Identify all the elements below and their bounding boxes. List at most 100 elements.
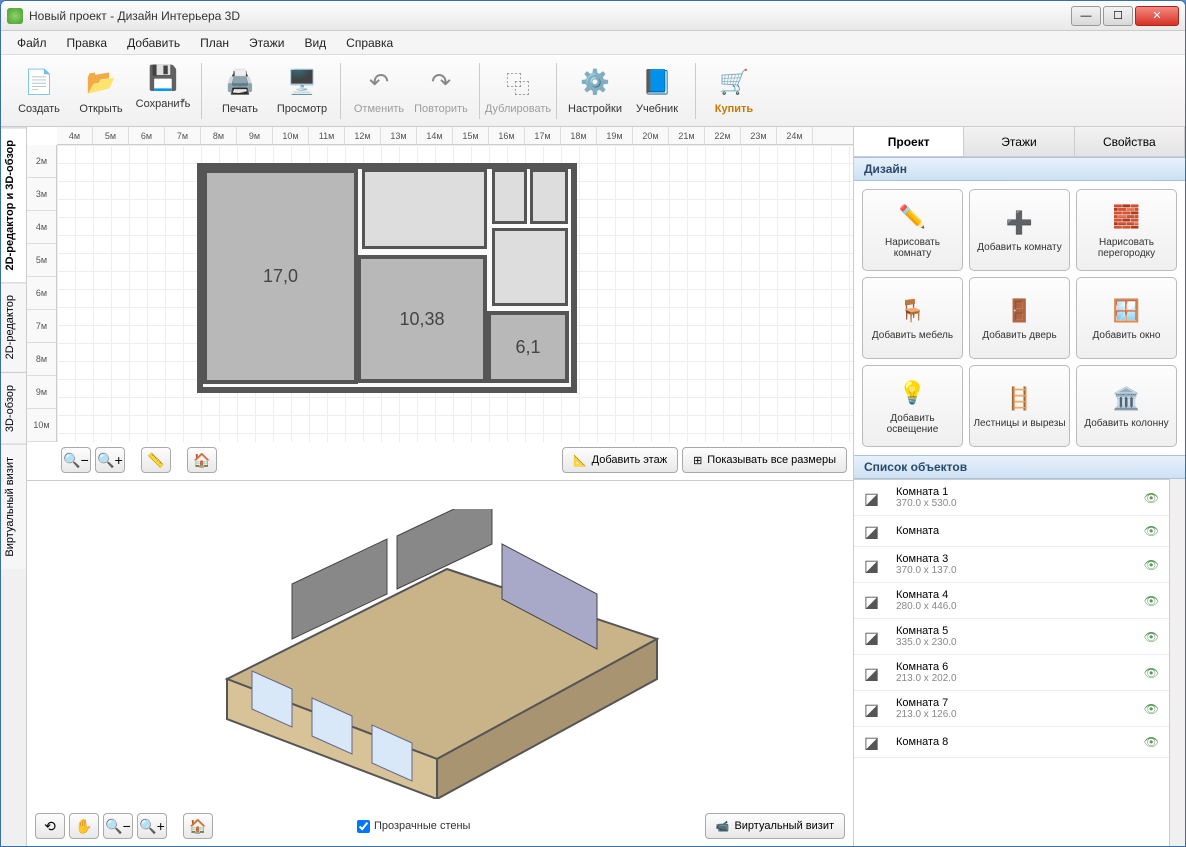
object-row-1[interactable]: ◪Комната👁 bbox=[854, 516, 1169, 547]
measure-button[interactable]: 📏 bbox=[141, 447, 171, 473]
room-small-3[interactable] bbox=[530, 169, 568, 224]
room-small-1[interactable] bbox=[362, 169, 487, 249]
side-tab-Этажи[interactable]: Этажи bbox=[964, 127, 1074, 156]
preview-button-icon: 🖥️ bbox=[286, 67, 318, 99]
add-lighting-button[interactable]: 💡Добавить освещение bbox=[862, 365, 963, 447]
add-window-icon: 🪟 bbox=[1111, 294, 1143, 326]
object-row-5[interactable]: ◪Комната 6213.0 x 202.0👁 bbox=[854, 655, 1169, 691]
objects-header: Список объектов bbox=[854, 455, 1185, 479]
draw-room-button[interactable]: ✏️Нарисовать комнату bbox=[862, 189, 963, 271]
add-window-button[interactable]: 🪟Добавить окно bbox=[1076, 277, 1177, 359]
2d-editor-pane: 4м5м6м7м8м9м10м11м12м13м14м15м16м17м18м1… bbox=[27, 127, 853, 481]
save-button[interactable]: 💾Сохранить▾ bbox=[133, 59, 193, 123]
menu-Файл[interactable]: Файл bbox=[7, 33, 57, 53]
tutorial-button[interactable]: 📘Учебник bbox=[627, 59, 687, 123]
add-floor-button[interactable]: 📐Добавить этаж bbox=[562, 447, 678, 473]
menu-Этажи[interactable]: Этажи bbox=[239, 33, 294, 53]
floorplan[interactable]: 17,0 10,38 6,1 bbox=[197, 163, 577, 393]
add-furniture-button[interactable]: 🪑Добавить мебель bbox=[862, 277, 963, 359]
rotate-button[interactable]: ⟲ bbox=[35, 813, 65, 839]
home-3d-button[interactable]: 🏠 bbox=[183, 813, 213, 839]
close-button[interactable]: ✕ bbox=[1135, 6, 1179, 26]
3d-render bbox=[137, 509, 737, 799]
design-tools-grid: ✏️Нарисовать комнату➕Добавить комнату🧱На… bbox=[854, 181, 1185, 455]
visibility-toggle[interactable]: 👁 bbox=[1144, 735, 1159, 749]
visibility-toggle[interactable]: 👁 bbox=[1144, 524, 1159, 538]
maximize-button[interactable]: ☐ bbox=[1103, 6, 1133, 26]
design-header: Дизайн bbox=[854, 157, 1185, 181]
add-door-button[interactable]: 🚪Добавить дверь bbox=[969, 277, 1070, 359]
stairs-cutouts-button[interactable]: 🪜Лестницы и вырезы bbox=[969, 365, 1070, 447]
open-button[interactable]: 📂Открыть bbox=[71, 59, 131, 123]
ruler-vertical: 2м3м4м5м6м7м8м9м10м bbox=[27, 145, 57, 442]
cube-icon: ◪ bbox=[864, 628, 886, 646]
menu-Добавить[interactable]: Добавить bbox=[117, 33, 190, 53]
room-small-4[interactable] bbox=[492, 228, 568, 306]
object-row-7[interactable]: ◪Комната 8👁 bbox=[854, 727, 1169, 758]
menu-Вид[interactable]: Вид bbox=[294, 33, 336, 53]
side-tab-Проект[interactable]: Проект bbox=[854, 127, 964, 156]
pan-button[interactable]: ✋ bbox=[69, 813, 99, 839]
3d-view-pane[interactable]: ⟲ ✋ 🔍− 🔍+ 🏠 Прозрачные стены 📹Виртуальны… bbox=[27, 481, 853, 846]
visibility-toggle[interactable]: 👁 bbox=[1144, 558, 1159, 572]
cube-icon: ◪ bbox=[864, 664, 886, 682]
vtab-2[interactable]: 3D-обзор bbox=[1, 372, 26, 444]
side-tab-Свойства[interactable]: Свойства bbox=[1075, 127, 1185, 156]
print-button[interactable]: 🖨️Печать bbox=[210, 59, 270, 123]
visibility-toggle[interactable]: 👁 bbox=[1144, 594, 1159, 608]
menu-Справка[interactable]: Справка bbox=[336, 33, 403, 53]
print-button-icon: 🖨️ bbox=[224, 67, 256, 99]
cube-icon: ◪ bbox=[864, 700, 886, 718]
zoom-out-3d-button[interactable]: 🔍− bbox=[103, 813, 133, 839]
zoom-out-button[interactable]: 🔍− bbox=[61, 447, 91, 473]
tutorial-button-icon: 📘 bbox=[641, 67, 673, 99]
preview-button[interactable]: 🖥️Просмотр bbox=[272, 59, 332, 123]
dimensions-icon: ⊞ bbox=[693, 454, 702, 467]
object-row-2[interactable]: ◪Комната 3370.0 x 137.0👁 bbox=[854, 547, 1169, 583]
vtab-3[interactable]: Виртуальный визит bbox=[1, 444, 26, 569]
stairs-cutouts-icon: 🪜 bbox=[1004, 382, 1036, 414]
room-3[interactable]: 6,1 bbox=[487, 311, 569, 383]
add-lighting-icon: 💡 bbox=[897, 377, 929, 409]
cube-icon: ◪ bbox=[864, 733, 886, 751]
new-button[interactable]: 📄Создать bbox=[9, 59, 69, 123]
menu-Правка[interactable]: Правка bbox=[57, 33, 118, 53]
save-button-icon: 💾 bbox=[147, 62, 179, 94]
add-room-button[interactable]: ➕Добавить комнату bbox=[969, 189, 1070, 271]
object-row-0[interactable]: ◪Комната 1370.0 x 530.0👁 bbox=[854, 480, 1169, 516]
visibility-toggle[interactable]: 👁 bbox=[1144, 630, 1159, 644]
draw-room-icon: ✏️ bbox=[897, 201, 929, 233]
zoom-in-3d-button[interactable]: 🔍+ bbox=[137, 813, 167, 839]
home-button[interactable]: 🏠 bbox=[187, 447, 217, 473]
transparent-walls-checkbox[interactable]: Прозрачные стены bbox=[357, 820, 470, 833]
side-tabs: ПроектЭтажиСвойства bbox=[854, 127, 1185, 157]
virtual-visit-button[interactable]: 📹Виртуальный визит bbox=[705, 813, 845, 839]
visibility-toggle[interactable]: 👁 bbox=[1144, 702, 1159, 716]
room-1[interactable]: 17,0 bbox=[203, 169, 358, 384]
ruler-horizontal: 4м5м6м7м8м9м10м11м12м13м14м15м16м17м18м1… bbox=[57, 127, 853, 145]
room-small-2[interactable] bbox=[492, 169, 527, 224]
settings-button-icon: ⚙️ bbox=[579, 67, 611, 99]
app-icon bbox=[7, 8, 23, 24]
visibility-toggle[interactable]: 👁 bbox=[1144, 491, 1159, 505]
object-row-4[interactable]: ◪Комната 5335.0 x 230.0👁 bbox=[854, 619, 1169, 655]
vtab-1[interactable]: 2D-редактор bbox=[1, 282, 26, 371]
add-column-button[interactable]: 🏛️Добавить колонну bbox=[1076, 365, 1177, 447]
cube-icon: ◪ bbox=[864, 556, 886, 574]
show-dimensions-button[interactable]: ⊞Показывать все размеры bbox=[682, 447, 847, 473]
room-2[interactable]: 10,38 bbox=[357, 255, 487, 383]
settings-button[interactable]: ⚙️Настройки bbox=[565, 59, 625, 123]
undo-button: ↶Отменить bbox=[349, 59, 409, 123]
object-row-3[interactable]: ◪Комната 4280.0 x 446.0👁 bbox=[854, 583, 1169, 619]
draw-partition-button[interactable]: 🧱Нарисовать перегородку bbox=[1076, 189, 1177, 271]
object-row-6[interactable]: ◪Комната 7213.0 x 126.0👁 bbox=[854, 691, 1169, 727]
duplicate-button: ⿻Дублировать bbox=[488, 59, 548, 123]
menu-План[interactable]: План bbox=[190, 33, 239, 53]
minimize-button[interactable]: — bbox=[1071, 6, 1101, 26]
vtab-0[interactable]: 2D-редактор и 3D-обзор bbox=[1, 127, 26, 282]
cube-icon: ◪ bbox=[864, 489, 886, 507]
scrollbar[interactable] bbox=[1169, 479, 1185, 846]
buy-button[interactable]: 🛒Купить bbox=[704, 59, 764, 123]
zoom-in-button[interactable]: 🔍+ bbox=[95, 447, 125, 473]
visibility-toggle[interactable]: 👁 bbox=[1144, 666, 1159, 680]
